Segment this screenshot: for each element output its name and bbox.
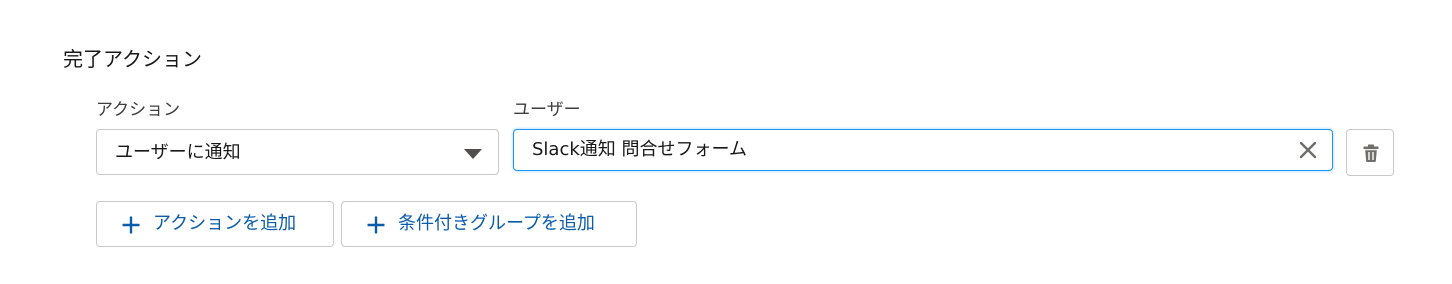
trash-icon: [1363, 144, 1379, 162]
section-title: 完了アクション: [63, 47, 202, 71]
action-select-value: ユーザーに通知: [115, 142, 241, 163]
clear-selection-button[interactable]: [1296, 138, 1320, 162]
action-field-label: アクション: [96, 100, 181, 120]
user-field-label: ユーザー: [513, 100, 581, 120]
chevron-down-icon: [464, 149, 482, 159]
plus-icon: [121, 215, 141, 235]
delete-action-button[interactable]: [1346, 129, 1394, 176]
action-select[interactable]: ユーザーに通知: [96, 129, 499, 175]
add-conditional-group-button-label: 条件付きグループを追加: [398, 213, 595, 234]
user-lookup-value: Slack通知 問合せフォーム: [532, 139, 747, 160]
add-action-button-label: アクションを追加: [153, 213, 297, 234]
add-conditional-group-button[interactable]: 条件付きグループを追加: [341, 201, 637, 247]
plus-icon: [366, 215, 386, 235]
user-lookup-input[interactable]: Slack通知 問合せフォーム: [513, 129, 1333, 171]
add-action-button[interactable]: アクションを追加: [96, 201, 334, 247]
close-icon: [1299, 141, 1317, 159]
